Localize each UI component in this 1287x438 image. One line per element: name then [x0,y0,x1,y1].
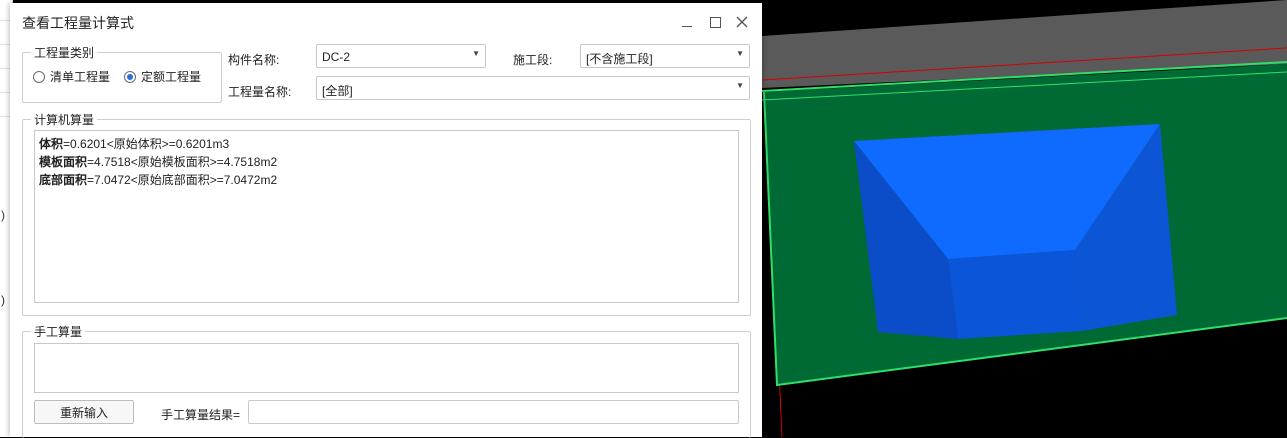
category-options: 清单工程量 定额工程量 [33,68,201,85]
background-mark: ) [1,293,5,307]
manual-calc-group: 手工算量 重新输入 手工算量结果= [22,323,751,438]
calc-line-expr: =4.7518<原始模板面积>=4.7518m2 [87,155,278,169]
calc-line-name: 模板面积 [39,155,88,169]
manual-result-label: 手工算量结果= [161,408,241,422]
quantity-name-select[interactable]: [全部] ▼ [316,76,750,100]
calc-line-expr: =7.0472<原始底部面积>=7.0472m2 [87,173,278,187]
radio-quota-quantity[interactable] [124,70,137,83]
dialog-title: 查看工程量计算式 [22,15,134,31]
dropdown-arrow-icon: ▼ [736,81,744,90]
computer-calc-group: 计算机算量 体积=0.6201<原始体积>=0.6201m3 模板面积=4.75… [22,111,751,316]
calc-line-name: 体积 [39,137,64,151]
quantity-category-group: 工程量类别 清单工程量 定额工程量 [22,44,222,103]
component-name-value: DC-2 [322,50,351,64]
close-icon [736,16,748,28]
maximize-icon [709,16,721,28]
background-mark: ) [1,208,5,222]
dropdown-arrow-icon: ▼ [472,49,480,58]
calc-line-formwork-area: 模板面积=4.7518<原始模板面积>=4.7518m2 [39,153,734,171]
reenter-button[interactable]: 重新输入 [34,400,134,424]
quantity-formula-dialog: 查看工程量计算式 工程量类别 清单工程量 定额工程量 构件名称: DC-2 ▼ … [10,3,762,438]
construction-section-value: [不含施工段] [586,52,653,66]
manual-calc-legend: 手工算量 [31,323,86,340]
radio-quota-quantity-label[interactable]: 定额工程量 [141,68,201,85]
minimize-button[interactable] [674,9,700,35]
calc-line-volume: 体积=0.6201<原始体积>=0.6201m3 [39,135,734,153]
construction-section-select[interactable]: [不含施工段] ▼ [580,44,750,68]
3d-viewport[interactable] [762,0,1287,437]
component-name-label: 构件名称: [228,53,280,67]
manual-result-input[interactable] [248,400,739,424]
quantity-category-legend: 工程量类别 [31,44,98,61]
manual-calc-textarea[interactable] [34,343,739,393]
quantity-name-value: [全部] [322,84,353,98]
dropdown-arrow-icon: ▼ [736,49,744,58]
computer-calc-legend: 计算机算量 [31,111,98,128]
calc-line-expr: =0.6201<原始体积>=0.6201m3 [63,137,230,151]
radio-bill-quantity-label[interactable]: 清单工程量 [50,68,110,85]
close-button[interactable] [729,9,755,35]
solid-front-face [948,250,1082,339]
calc-line-name: 底部面积 [39,173,88,187]
component-name-select[interactable]: DC-2 ▼ [316,44,486,68]
maximize-button[interactable] [702,9,728,35]
minimize-icon [682,25,692,27]
calc-line-bottom-area: 底部面积=7.0472<原始底部面积>=7.0472m2 [39,171,734,189]
radio-bill-quantity[interactable] [33,70,45,83]
title-bar[interactable]: 查看工程量计算式 [10,3,762,41]
quantity-name-label: 工程量名称: [228,85,292,99]
computer-calc-textarea[interactable]: 体积=0.6201<原始体积>=0.6201m3 模板面积=4.7518<原始模… [34,130,739,303]
construction-section-label: 施工段: [513,53,553,67]
3d-model-view [762,0,1287,437]
